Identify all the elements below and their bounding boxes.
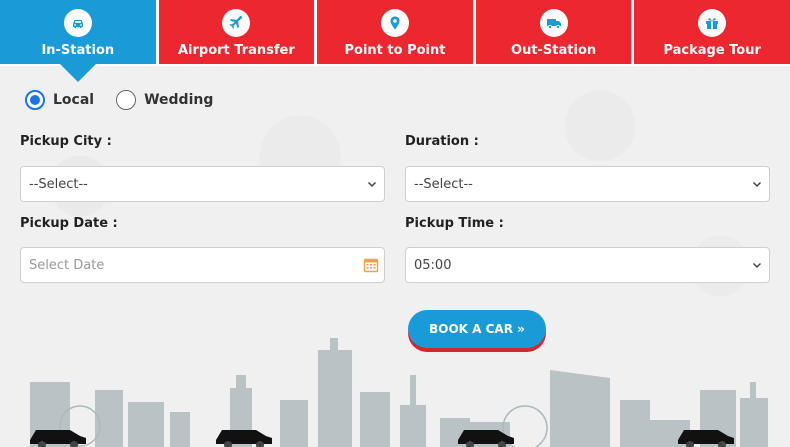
radio-label: Local [53, 92, 95, 108]
calendar-icon[interactable] [363, 257, 379, 273]
radio-option-local[interactable]: Local [25, 90, 94, 110]
car-icon [63, 9, 92, 37]
pickup-date-placeholder: Select Date [29, 257, 105, 273]
tab-label: Package Tour [663, 43, 761, 58]
pickup-time-value: 05:00 [414, 257, 452, 273]
tab-point-to-point[interactable]: Point to Point [317, 0, 473, 64]
pickup-time-label: Pickup Time : [405, 216, 504, 231]
radio-button[interactable] [116, 90, 137, 110]
tab-label: In-Station [41, 43, 115, 58]
city-skyline-illustration [30, 338, 768, 447]
radio-option-wedding[interactable]: Wedding [116, 90, 213, 110]
tab-label: Out-Station [511, 43, 597, 58]
tab-airport-transfer[interactable]: Airport Transfer [158, 0, 315, 64]
pickup-time-select[interactable]: 05:00 [405, 247, 770, 283]
tab-label: Airport Transfer [177, 43, 295, 58]
trip-type-radio-group: Local Wedding [25, 90, 235, 110]
pickup-city-value: --Select-- [29, 176, 88, 192]
gift-icon [698, 9, 727, 37]
pickup-city-label: Pickup City : [20, 134, 112, 149]
map-pin-icon [380, 9, 409, 37]
pickup-date-label: Pickup Date : [20, 216, 118, 231]
chevron-down-icon [752, 262, 762, 269]
pickup-city-select[interactable]: --Select-- [20, 166, 385, 202]
pickup-date-input[interactable]: Select Date [20, 247, 385, 283]
duration-label: Duration : [405, 134, 479, 149]
duration-value: --Select-- [414, 176, 473, 192]
service-tabs: In-Station Airport Transfer Point to Poi… [0, 0, 790, 82]
airplane-icon [222, 9, 251, 37]
chevron-down-icon [367, 181, 377, 188]
tab-out-station[interactable]: Out-Station [475, 0, 632, 64]
radio-button-checked[interactable] [25, 90, 45, 110]
tab-label: Point to Point [344, 43, 446, 58]
radio-label: Wedding [144, 92, 214, 108]
chevron-down-icon [752, 181, 762, 188]
tab-in-station[interactable]: In-Station [0, 0, 156, 82]
duration-select[interactable]: --Select-- [405, 166, 770, 202]
truck-icon [539, 9, 568, 37]
tab-package-tour[interactable]: Package Tour [634, 0, 790, 64]
